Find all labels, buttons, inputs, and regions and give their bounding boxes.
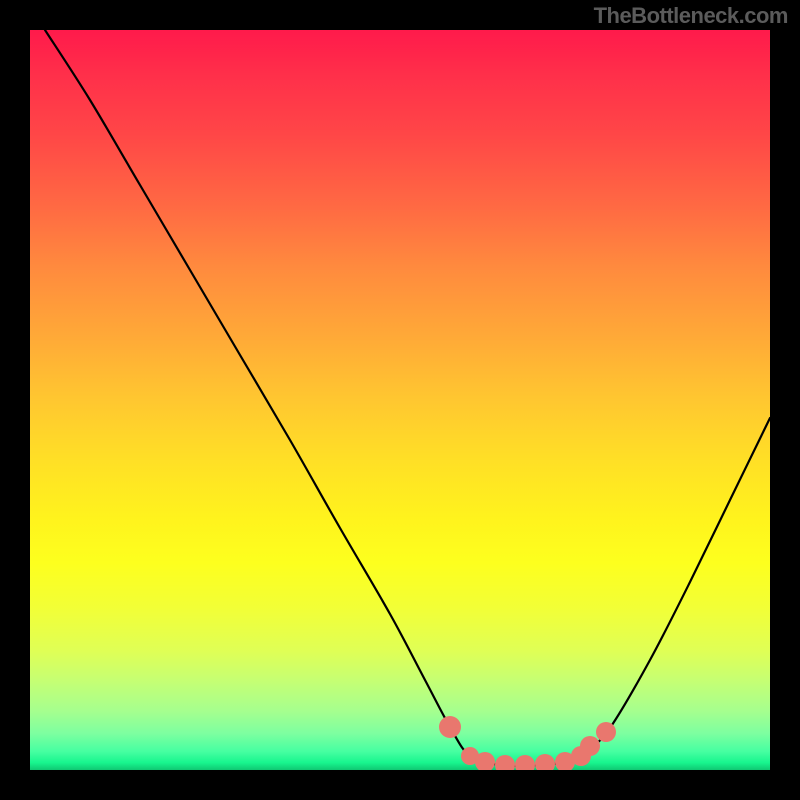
highlight-dot (515, 755, 535, 770)
highlight-dot (596, 722, 616, 742)
bottleneck-curve-line (45, 30, 770, 766)
plot-area (30, 30, 770, 770)
chart-container: TheBottleneck.com (0, 0, 800, 800)
highlight-dot (535, 754, 555, 770)
highlight-dot (580, 736, 600, 756)
highlight-markers (439, 716, 616, 770)
highlight-dot (495, 755, 515, 770)
watermark-text: TheBottleneck.com (594, 3, 788, 29)
highlight-dot (439, 716, 461, 738)
curve-svg (30, 30, 770, 770)
